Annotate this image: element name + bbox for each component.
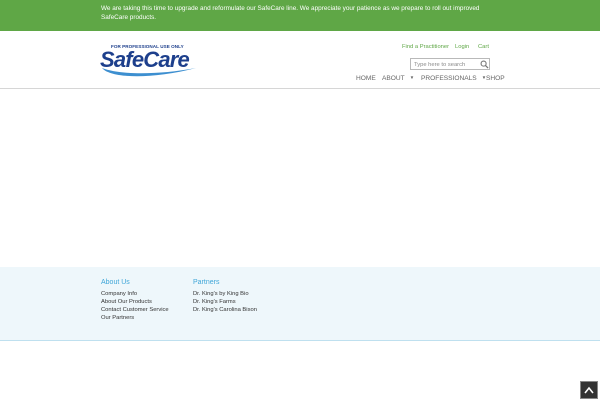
- footer-link-partners[interactable]: Our Partners: [101, 315, 134, 321]
- chevron-up-icon: [584, 386, 594, 394]
- footer-heading-partners: Partners: [193, 279, 220, 286]
- safecare-logo[interactable]: FOR PROFESSIONAL USE ONLY SafeCare: [100, 44, 200, 80]
- caret-down-icon: ▼: [409, 75, 415, 80]
- search-input[interactable]: [414, 60, 478, 69]
- footer-heading-about: About Us: [101, 279, 130, 286]
- footer-link-contact[interactable]: Contact Customer Service: [101, 307, 169, 313]
- footer-link-king-bio[interactable]: Dr. King's by King Bio: [193, 291, 249, 297]
- nav-home[interactable]: HOME: [356, 75, 376, 82]
- find-practitioner-link[interactable]: Find a Practitioner: [402, 44, 449, 50]
- nav-shop[interactable]: SHOP: [486, 75, 505, 82]
- footer-link-company-info[interactable]: Company Info: [101, 291, 137, 297]
- nav-about[interactable]: ABOUT ▼: [382, 75, 414, 82]
- nav-professionals-label: PROFESSIONALS: [421, 75, 477, 82]
- cart-link[interactable]: Cart: [478, 44, 489, 50]
- search-icon[interactable]: [480, 60, 489, 69]
- nav-about-label: ABOUT: [382, 75, 405, 82]
- nav-home-label: HOME: [356, 75, 376, 82]
- footer-link-about-products[interactable]: About Our Products: [101, 299, 152, 305]
- nav-professionals[interactable]: PROFESSIONALS ▼: [421, 75, 486, 82]
- login-link[interactable]: Login: [455, 44, 469, 50]
- logo-swoosh-icon: [102, 68, 196, 77]
- site-header: [0, 31, 600, 89]
- announcement-banner: We are taking this time to upgrade and r…: [0, 0, 600, 31]
- back-to-top-button[interactable]: [580, 381, 598, 399]
- banner-message: We are taking this time to upgrade and r…: [101, 5, 480, 21]
- nav-shop-label: SHOP: [486, 75, 505, 82]
- site-footer: [0, 267, 600, 341]
- search-box: [410, 58, 490, 70]
- footer-link-kings-farms[interactable]: Dr. King's Farms: [193, 299, 236, 305]
- footer-link-carolina-bison[interactable]: Dr. King's Carolina Bison: [193, 307, 257, 313]
